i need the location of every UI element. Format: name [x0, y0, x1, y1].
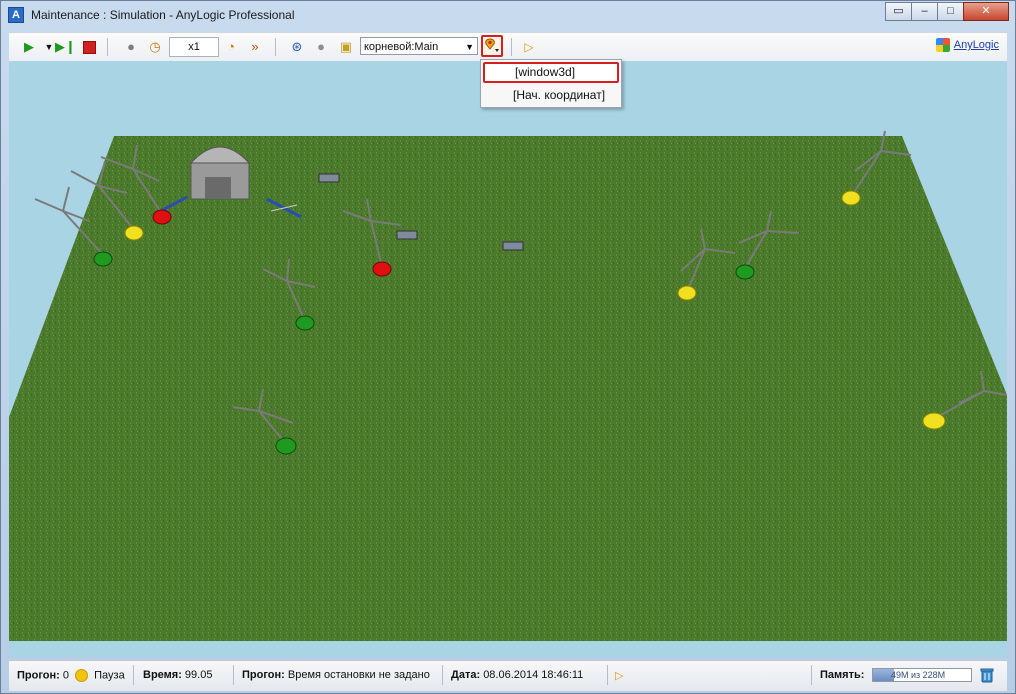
agent-combo[interactable]: корневой:Main ▼ [360, 37, 478, 55]
status-date: Дата: 08.06.2014 18:46:11 [451, 669, 583, 681]
viewarea-menu-item-origin[interactable]: [Нач. координат] [483, 85, 619, 106]
zoom-icon[interactable]: ● [311, 37, 331, 57]
3d-scene [9, 130, 1007, 641]
status-run2-label: Прогон: [242, 669, 285, 681]
restore-icon[interactable]: ▭ [885, 2, 912, 21]
memory-bar-text: 49M из 228M [891, 670, 946, 680]
status-date-label: Дата: [451, 669, 481, 681]
simulation-window: A Maintenance : Simulation - AnyLogic Pr… [0, 0, 1016, 694]
status-run-value: 0 [62, 669, 69, 682]
window-title: Maintenance : Simulation - AnyLogic Prof… [31, 8, 295, 22]
hangar-icon [189, 146, 251, 200]
developer-panel-icon[interactable]: ▷ [519, 37, 539, 57]
agent-navigate-icon[interactable]: ▣ [336, 37, 356, 57]
status-run: Прогон: 0 Пауза [17, 669, 125, 682]
toolbar-separator [275, 38, 276, 56]
status-time: Время: 99.05 [143, 669, 212, 681]
status-state: Пауза [94, 669, 125, 682]
status-separator [442, 665, 443, 685]
navigate-up-icon[interactable]: ⊛ [287, 37, 307, 57]
minimize-button[interactable]: – [911, 2, 938, 21]
viewarea-menu-item-window3d[interactable]: [window3d] [483, 62, 619, 83]
run-icon[interactable]: ▶ [19, 37, 39, 57]
status-memory-label: Память: [820, 669, 864, 681]
agent-icon[interactable]: ● [121, 37, 141, 57]
status-run2-value: Время остановки не задано [287, 669, 430, 681]
title-bar[interactable]: A Maintenance : Simulation - AnyLogic Pr… [1, 1, 1015, 30]
status-separator [133, 665, 134, 685]
anylogic-icon: A [8, 7, 24, 23]
speed-field[interactable]: x1 [169, 37, 219, 57]
status-separator [233, 665, 234, 685]
trash-icon[interactable] [979, 667, 995, 683]
speed-clock-icon[interactable]: ◷ [145, 37, 165, 57]
3d-viewport[interactable] [9, 61, 1007, 657]
toolbar: ▶ ▼ ▶❙ ● ◷ x1 ◔ » ⊛ ● ▣ корневой:Main ▼ … [9, 32, 1007, 61]
status-run-label: Прогон: [17, 669, 60, 682]
status-time-label: Время: [143, 669, 182, 681]
developer-panel-icon[interactable]: ▷ [615, 669, 623, 682]
anylogic-link[interactable]: AnyLogic [935, 38, 999, 52]
toolbar-separator [511, 38, 512, 56]
status-bar: Прогон: 0 Пауза Время: 99.05 Прогон: Вре… [9, 660, 1007, 691]
status-separator [607, 665, 608, 685]
status-date-value: 08.06.2014 18:46:11 [483, 669, 584, 681]
status-stop-time: Прогон: Время остановки не задано [242, 669, 430, 681]
step-icon[interactable]: ▶❙ [55, 37, 76, 57]
anylogic-link-label: AnyLogic [953, 38, 999, 51]
anylogic-logo-icon [935, 38, 950, 52]
close-button[interactable]: ✕ [963, 2, 1009, 21]
chevron-down-icon: ▼ [465, 42, 474, 52]
window-controls: ▭ – □ ✕ [885, 2, 1009, 21]
toolbar-separator [107, 38, 108, 56]
status-memory-label-text: Память: [820, 669, 865, 681]
viewarea-menu: [window3d] [Нач. координат] [480, 59, 622, 108]
pause-icon [75, 669, 89, 682]
speed-fast-icon[interactable]: » [245, 37, 265, 57]
status-time-value: 99.05 [184, 669, 213, 681]
agent-combo-value: корневой:Main [364, 41, 439, 53]
viewarea-icon [485, 38, 499, 52]
viewarea-button[interactable] [481, 35, 503, 57]
speed-up-icon[interactable]: ◔ [221, 37, 241, 57]
status-separator [811, 665, 812, 685]
stop-icon[interactable] [79, 37, 99, 57]
maximize-button[interactable]: □ [937, 2, 964, 21]
memory-bar: 49M из 228M [872, 668, 972, 682]
